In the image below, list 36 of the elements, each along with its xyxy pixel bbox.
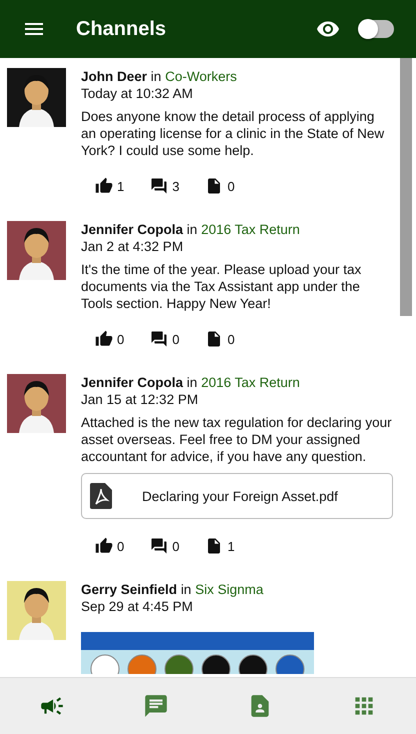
post-time: Today at 10:32 AM xyxy=(81,85,194,102)
avatar xyxy=(7,221,66,280)
toggle-switch[interactable] xyxy=(360,20,394,38)
speech-bubbles-icon xyxy=(150,330,168,348)
file-count[interactable]: 0 xyxy=(205,177,235,195)
thumbs-up-icon xyxy=(95,537,113,555)
comment-count[interactable]: 3 xyxy=(150,177,180,195)
file-count[interactable]: 1 xyxy=(205,537,235,555)
post-text: Attached is the new tax regulation for declaring your asset overseas. Feel free to DM your assigned accountant for advice, if you have any question. xyxy=(81,414,393,465)
speech-bubbles-icon xyxy=(150,177,168,195)
comment-count[interactable]: 0 xyxy=(150,537,180,555)
page-title: Channels xyxy=(76,18,168,40)
scrollbar[interactable] xyxy=(400,58,412,316)
like-count[interactable]: 1 xyxy=(95,177,124,195)
pdf-icon xyxy=(90,483,112,509)
like-count[interactable]: 0 xyxy=(95,537,124,555)
thumbs-up-icon xyxy=(95,330,113,348)
post-time: Jan 15 at 12:32 PM xyxy=(81,391,200,408)
chat-icon xyxy=(143,693,169,719)
like-count[interactable]: 0 xyxy=(95,330,124,348)
post-author-line: Jennifer Copola in 2016 Tax Return xyxy=(81,221,301,238)
avatar xyxy=(7,581,66,640)
post-text: Does anyone know the detail process of applying an operating license for a clinic in the State of New York? I could use some help. xyxy=(81,108,386,159)
avatar xyxy=(7,374,66,433)
post-time: Sep 29 at 4:45 PM xyxy=(81,598,194,615)
speech-bubbles-icon xyxy=(150,537,168,555)
file-count[interactable]: 0 xyxy=(205,330,235,348)
avatar xyxy=(7,68,66,127)
thumbs-up-icon xyxy=(95,177,113,195)
post-text: It's the time of the year. Please upload your tax documents via the Tax Assistant app under the Tools section. Happy New Year! xyxy=(81,261,362,312)
post-time: Jan 2 at 4:32 PM xyxy=(81,238,184,255)
file-attachment[interactable]: Declaring your Foreign Asset.pdf xyxy=(81,473,393,519)
post-author-line: Jennifer Copola in 2016 Tax Return xyxy=(81,374,301,391)
comment-count[interactable]: 0 xyxy=(150,330,180,348)
post-author-line: Gerry Seinfield in Six Signma xyxy=(81,581,264,598)
post-author-line: John Deer in Co-Workers xyxy=(81,68,238,85)
